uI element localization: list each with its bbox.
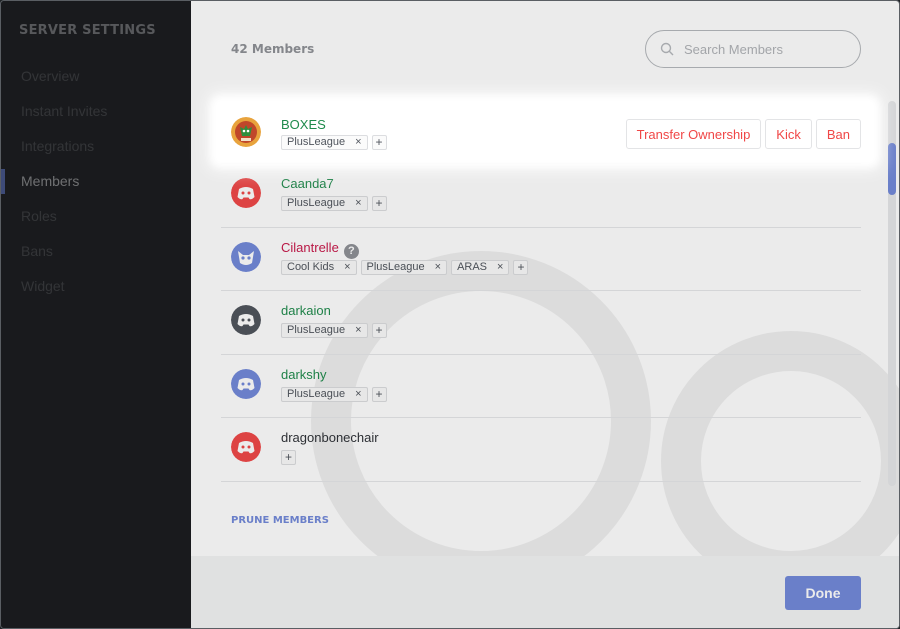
role-label: PlusLeague <box>287 324 346 336</box>
avatar <box>231 368 261 399</box>
member-name[interactable]: darkshy <box>281 367 327 382</box>
avatar <box>231 178 261 208</box>
avatar <box>231 241 261 272</box>
scrollbar-thumb[interactable] <box>888 143 896 195</box>
main-panel: 42 Members Search Members Caanda7 PlusLe… <box>191 1 899 628</box>
remove-role-icon[interactable]: × <box>355 196 361 211</box>
avatar <box>231 432 261 462</box>
member-name[interactable]: darkaion <box>281 303 331 318</box>
remove-role-icon[interactable]: × <box>344 260 350 275</box>
sidebar-dim-overlay <box>1 1 191 628</box>
role-list: PlusLeague × + <box>281 323 387 338</box>
role-list: Cool Kids × PlusLeague × ARAS × + <box>281 259 529 275</box>
role-label: PlusLeague <box>287 387 346 400</box>
add-role-button[interactable]: + <box>371 323 387 338</box>
member-row-darkshy[interactable]: darkshy PlusLeague × + <box>221 355 861 418</box>
member-name[interactable]: dragonbonechair <box>281 430 379 445</box>
discord-avatar-icon <box>231 432 261 462</box>
member-name[interactable]: Cilantrelle? <box>281 240 359 259</box>
member-row-dragonbonechair[interactable]: dragonbonechair + <box>221 418 861 482</box>
member-name-text[interactable]: Cilantrelle <box>281 240 339 255</box>
role-tag: Cool Kids × <box>281 259 357 275</box>
member-name[interactable]: Caanda7 <box>281 176 334 191</box>
role-list: PlusLeague × + <box>281 135 387 150</box>
search-box[interactable] <box>645 30 861 68</box>
role-list: PlusLeague × + <box>281 386 387 402</box>
footer: Done <box>191 556 899 628</box>
settings-window: SERVER SETTINGS Overview Instant Invites… <box>0 0 900 629</box>
add-role-button[interactable]: + <box>371 386 387 402</box>
ban-button[interactable]: Ban <box>815 119 861 149</box>
member-row-caanda7[interactable]: Caanda7 PlusLeague × + <box>221 164 861 228</box>
role-label: PlusLeague <box>287 136 346 148</box>
role-label: PlusLeague <box>366 260 425 273</box>
role-label: ARAS <box>457 260 488 273</box>
member-row-cilantrelle[interactable]: Cilantrelle? Cool Kids × PlusLeague × AR… <box>221 228 861 291</box>
member-list: Caanda7 PlusLeague × + Cilantrelle ? Coo… <box>221 104 861 482</box>
custom-avatar-icon <box>231 117 261 147</box>
remove-role-icon[interactable]: × <box>355 323 361 338</box>
transfer-ownership-button[interactable]: Transfer Ownership <box>625 119 762 149</box>
discord-avatar-icon <box>231 178 261 208</box>
role-tag: PlusLeague × <box>281 135 368 150</box>
role-list: PlusLeague × + <box>281 196 387 211</box>
avatar <box>231 305 261 335</box>
role-label: PlusLeague <box>287 197 346 209</box>
remove-role-icon[interactable]: × <box>435 260 441 275</box>
highlighted-member-row[interactable]: BOXES PlusLeague × + Transfer Ownership … <box>219 104 871 159</box>
sidebar: SERVER SETTINGS Overview Instant Invites… <box>1 1 191 628</box>
avatar <box>231 117 261 147</box>
member-actions: Transfer Ownership Kick Ban <box>625 119 861 149</box>
role-tag: PlusLeague × <box>281 323 368 338</box>
role-tag: ARAS × <box>451 259 510 275</box>
role-label: Cool Kids <box>287 260 335 273</box>
search-input[interactable] <box>684 40 844 58</box>
role-tag: PlusLeague × <box>281 386 368 402</box>
add-role-button[interactable]: + <box>371 135 387 150</box>
discord-avatar-icon <box>231 368 261 399</box>
members-count: 42 Members <box>231 42 315 56</box>
add-role-button[interactable]: + <box>371 196 387 211</box>
remove-role-icon[interactable]: × <box>355 135 361 150</box>
member-name[interactable]: BOXES <box>281 117 326 132</box>
help-icon[interactable]: ? <box>343 243 359 259</box>
remove-role-icon[interactable]: × <box>497 260 503 275</box>
discord-avatar-icon <box>231 305 261 335</box>
add-role-button[interactable]: + <box>281 450 296 465</box>
custom-avatar-icon <box>231 241 261 272</box>
done-button[interactable]: Done <box>785 576 861 610</box>
remove-role-icon[interactable]: × <box>355 387 361 402</box>
add-role-button[interactable]: + <box>513 259 529 275</box>
member-row-darkaion[interactable]: darkaion PlusLeague × + <box>221 291 861 355</box>
scrollbar[interactable] <box>888 101 896 486</box>
kick-button[interactable]: Kick <box>765 119 812 149</box>
role-list: + <box>281 450 296 465</box>
role-tag: PlusLeague × <box>281 196 368 211</box>
search-icon <box>660 42 674 56</box>
prune-members-link[interactable]: PRUNE MEMBERS <box>231 515 329 526</box>
role-tag: PlusLeague × <box>360 259 448 275</box>
